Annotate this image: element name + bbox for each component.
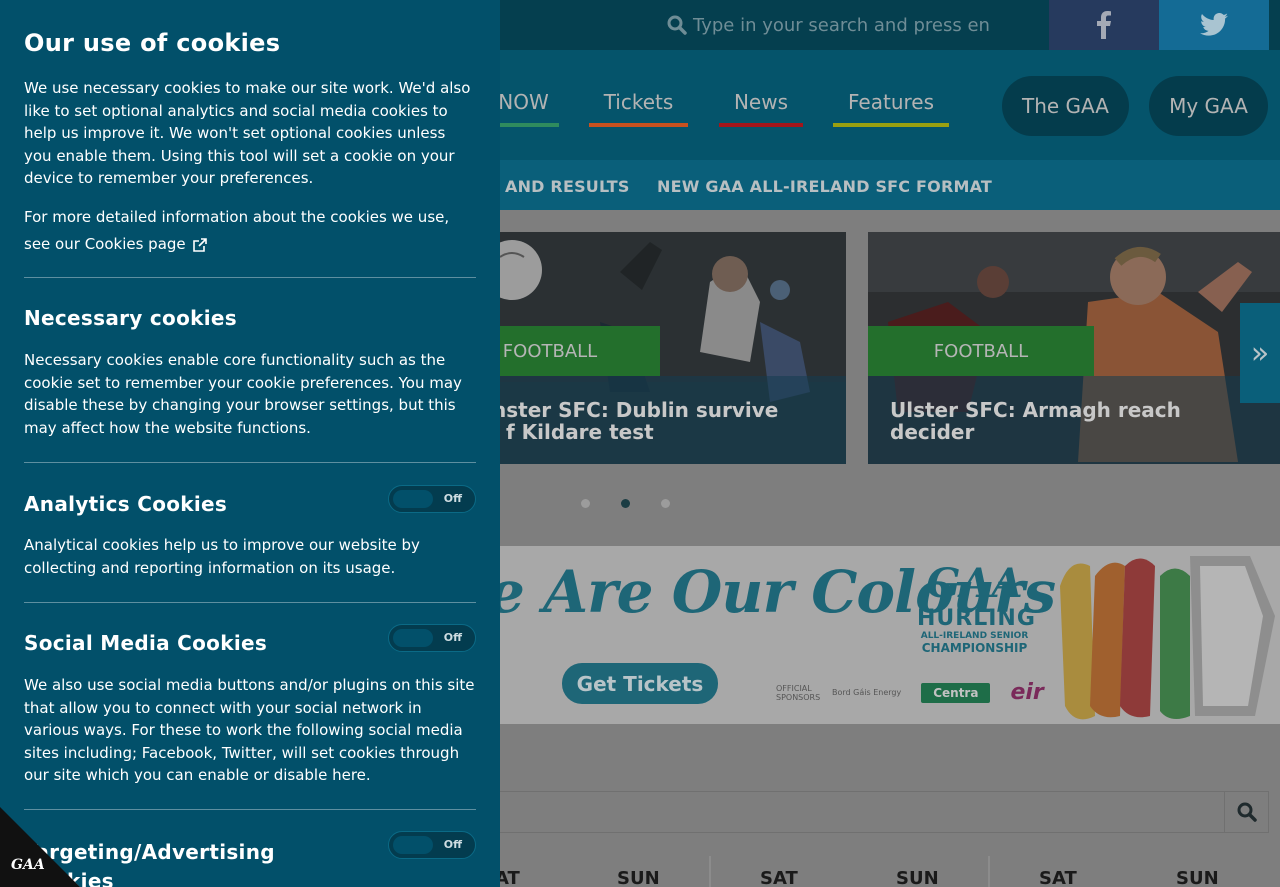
banner-logo-line2: ALL-IRELAND SENIOR bbox=[920, 631, 1029, 641]
news-card-dublin-title[interactable]: nster SFC: Dublin survive f Kildare test bbox=[492, 399, 778, 443]
nav-news-label: News bbox=[733, 90, 789, 114]
cookies-page-link[interactable]: Cookies page bbox=[85, 231, 208, 258]
fixture-divider-2 bbox=[988, 856, 990, 887]
fixture-day-sun-2[interactable]: SUN bbox=[896, 868, 939, 887]
double-chevron-right-icon: » bbox=[1250, 335, 1270, 371]
news-card-armagh-title[interactable]: Ulster SFC: Armagh reach decider bbox=[890, 399, 1181, 443]
analytics-cookies-toggle[interactable]: Off bbox=[388, 485, 476, 513]
fixture-divider-1 bbox=[709, 856, 711, 887]
search-icon bbox=[1237, 802, 1257, 822]
twitter-button[interactable] bbox=[1159, 0, 1269, 50]
cookie-divider-4 bbox=[24, 809, 476, 810]
news-card-dublin[interactable]: FOOTBALL nster SFC: Dublin survive f Kil… bbox=[440, 232, 846, 464]
nav-features-label: Features bbox=[848, 90, 934, 114]
toggle-knob bbox=[393, 490, 433, 508]
cookie-divider-2 bbox=[24, 462, 476, 463]
banner-colour-brushstrokes bbox=[1060, 556, 1275, 720]
facebook-icon bbox=[1097, 11, 1111, 39]
banner-logo-line3: CHAMPIONSHIP bbox=[921, 641, 1028, 655]
social-cookies-body: We also use social media buttons and/or … bbox=[24, 674, 476, 787]
social-cookies-toggle[interactable]: Off bbox=[388, 624, 476, 652]
analytics-cookies-text: Analytical cookies help us to improve ou… bbox=[24, 536, 420, 577]
toggle-state-label: Off bbox=[443, 838, 462, 851]
targeting-cookies-toggle[interactable]: Off bbox=[388, 831, 476, 859]
necessary-cookies-section: Necessary cookies bbox=[24, 306, 476, 330]
news-card-dublin-title-line2: f Kildare test bbox=[506, 420, 654, 444]
banner-logo-gaa: GAA bbox=[926, 560, 1023, 607]
necessary-cookies-text: Necessary cookies enable core functional… bbox=[24, 351, 462, 437]
toggle-knob bbox=[393, 629, 433, 647]
cookie-more-info: For more detailed information about the … bbox=[24, 204, 476, 258]
news-card-armagh-title-line1: Ulster SFC: Armagh reach bbox=[890, 398, 1181, 422]
toggle-state-label: Off bbox=[443, 631, 462, 644]
nav-features-underline bbox=[833, 123, 949, 127]
news-card-armagh[interactable]: FOOTBALL Ulster SFC: Armagh reach decide… bbox=[868, 232, 1280, 464]
news-card-armagh-tag[interactable]: FOOTBALL bbox=[868, 326, 1094, 376]
get-tickets-button[interactable]: Get Tickets bbox=[562, 663, 718, 704]
cookie-divider-3 bbox=[24, 602, 476, 603]
carousel-dot-2[interactable] bbox=[621, 499, 630, 508]
fixture-day-sat-2[interactable]: SAT bbox=[760, 868, 798, 887]
external-link-icon bbox=[192, 237, 207, 252]
cookie-consent-panel: Our use of cookies We use necessary cook… bbox=[0, 0, 500, 887]
toggle-state-label: Off bbox=[443, 492, 462, 505]
carousel-next-button[interactable]: » bbox=[1240, 303, 1280, 403]
nav-news[interactable]: News bbox=[719, 90, 803, 127]
the-gaa-button[interactable]: The GAA bbox=[1002, 76, 1129, 136]
analytics-cookies-body: Analytical cookies help us to improve ou… bbox=[24, 534, 476, 579]
carousel-dot-3[interactable] bbox=[661, 499, 670, 508]
nav-tickets[interactable]: Tickets bbox=[589, 90, 688, 127]
fixtures-search-input[interactable] bbox=[480, 791, 1269, 833]
cookie-intro: We use necessary cookies to make our sit… bbox=[24, 77, 476, 190]
sponsor-label: OFFICIAL SPONSORS bbox=[776, 683, 821, 702]
cookie-panel-title: Our use of cookies bbox=[24, 29, 281, 57]
hurling-championship-logo: GAA HURLING ALL-IRELAND SENIOR CHAMPIONS… bbox=[917, 560, 1036, 656]
nav-news-underline bbox=[719, 123, 803, 127]
sponsor-bord-gais: Bord Gáis Energy bbox=[832, 688, 902, 697]
fixtures-search-button[interactable] bbox=[1224, 792, 1268, 832]
nav-tickets-underline bbox=[589, 123, 688, 127]
search-placeholder[interactable]: Type in your search and press en bbox=[693, 15, 990, 36]
fixture-day-sun-3[interactable]: SUN bbox=[1176, 868, 1219, 887]
search-icon bbox=[667, 15, 687, 35]
necessary-cookies-title: Necessary cookies bbox=[24, 306, 237, 330]
gaa-badge-icon bbox=[0, 807, 80, 887]
necessary-cookies-body: Necessary cookies enable core functional… bbox=[24, 349, 476, 439]
my-gaa-button[interactable]: My GAA bbox=[1149, 76, 1268, 136]
news-card-armagh-title-line2: decider bbox=[890, 420, 975, 444]
twitter-icon bbox=[1200, 13, 1228, 36]
fixture-day-sat-3[interactable]: SAT bbox=[1039, 868, 1077, 887]
social-cookies-text: We also use social media buttons and/or … bbox=[24, 676, 475, 784]
fixture-day-sun-1[interactable]: SUN bbox=[617, 868, 660, 887]
subnav-results[interactable]: AND RESULTS bbox=[505, 177, 630, 196]
nav-tickets-label: Tickets bbox=[603, 90, 674, 114]
carousel-dot-1[interactable] bbox=[581, 499, 590, 508]
facebook-button[interactable] bbox=[1049, 0, 1159, 50]
sponsor-eir: eir bbox=[1010, 680, 1044, 705]
nav-features[interactable]: Features bbox=[833, 90, 949, 127]
gaa-corner-logo-text: GAA bbox=[11, 857, 45, 873]
toggle-knob bbox=[393, 836, 433, 854]
gaa-corner-logo[interactable]: GAA bbox=[0, 807, 80, 887]
news-card-dublin-title-line1: nster SFC: Dublin survive bbox=[492, 398, 779, 422]
cookies-page-link-label: Cookies page bbox=[84, 235, 186, 253]
site-search[interactable]: Type in your search and press en bbox=[667, 10, 990, 40]
sponsor-centra: Centra bbox=[921, 682, 991, 703]
banner-sponsors: OFFICIAL SPONSORS Bord Gáis Energy Centr… bbox=[776, 680, 1044, 705]
nav-now-label: NOW bbox=[498, 90, 549, 114]
cookie-divider-1 bbox=[24, 277, 476, 278]
cookie-intro-text: We use necessary cookies to make our sit… bbox=[24, 79, 471, 187]
banner-logo-hurling: HURLING bbox=[917, 606, 1036, 631]
subnav-sfc-format[interactable]: NEW GAA ALL-IRELAND SFC FORMAT bbox=[657, 177, 992, 196]
